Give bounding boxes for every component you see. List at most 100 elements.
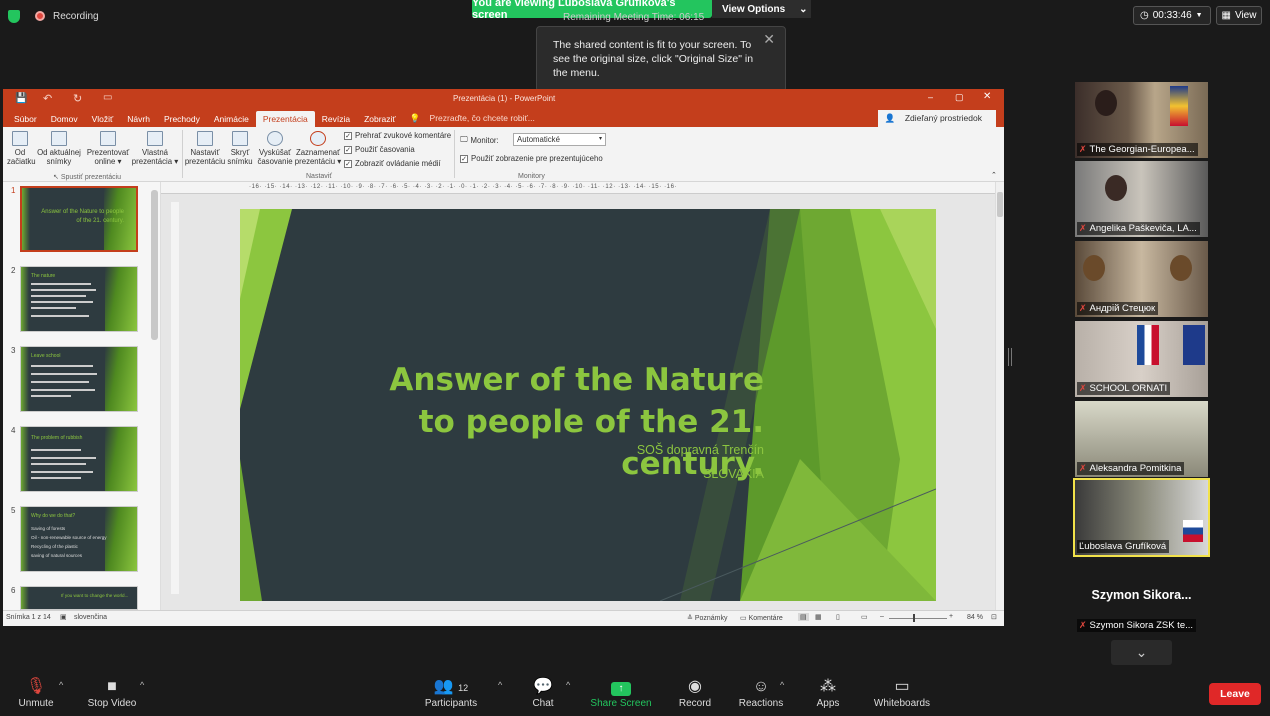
tab-review[interactable]: Revízia	[315, 111, 357, 127]
zoom-out-icon[interactable]: –	[880, 613, 884, 620]
collapse-ribbon-icon[interactable]: ⌃	[991, 171, 997, 179]
chevron-up-icon[interactable]: ^	[566, 680, 570, 690]
tab-design[interactable]: Návrh	[120, 111, 157, 127]
share-screen-button[interactable]: ↑ Share Screen	[588, 676, 654, 709]
tab-view[interactable]: Zobraziť	[357, 111, 403, 127]
chevron-up-icon[interactable]: ^	[498, 680, 502, 690]
participant-tile[interactable]: ✗ SCHOOL ORNATI	[1075, 321, 1208, 397]
slide-subtitle-country[interactable]: SLOVAKIA	[703, 467, 764, 481]
participant-tile[interactable]: ✗ Андрій Стецюк	[1075, 241, 1208, 317]
participant-tile[interactable]: ✗ The Georgian-Europea...	[1075, 82, 1208, 158]
reading-view-icon[interactable]: ▯	[836, 613, 840, 621]
undo-icon[interactable]: ↶	[43, 92, 52, 105]
meeting-timer[interactable]: ◷ 00:33:46 ▼	[1133, 6, 1211, 25]
notes-button[interactable]: ≙ Poznámky	[687, 614, 728, 622]
from-current-button[interactable]: Od aktuálnej snímky	[35, 131, 83, 166]
normal-view-icon[interactable]: ▤	[798, 613, 809, 621]
slides-thumbnail-pane: 1 Answer of the Nature to people of the …	[3, 182, 161, 610]
monitor-select[interactable]: Automatické ▾	[513, 133, 606, 146]
chat-button[interactable]: 💬 Chat	[527, 676, 559, 709]
comments-button[interactable]: ▭ Komentáre	[740, 614, 783, 622]
play-narrations-checkbox[interactable]: ✓ Prehrať zvukové komentáre	[344, 131, 451, 140]
tell-me-search[interactable]: 💡 Prezraďte, čo chcete robiť...	[403, 110, 549, 127]
participants-button[interactable]: 👥 12 Participants	[420, 676, 482, 709]
tab-animations[interactable]: Animácie	[207, 111, 256, 127]
maximize-icon[interactable]: ▢	[955, 92, 964, 103]
tab-file[interactable]: Súbor	[7, 111, 44, 127]
slideshow-view-icon[interactable]: ▭	[861, 613, 868, 621]
monitor-label: Monitor:	[470, 135, 499, 145]
participant-tile-active-speaker[interactable]: Ľuboslava Grufíková	[1073, 478, 1210, 557]
panel-resize-handle[interactable]	[1008, 348, 1012, 366]
tab-insert[interactable]: Vložiť	[85, 111, 121, 127]
chevron-up-icon[interactable]: ^	[59, 680, 63, 690]
participant-tile[interactable]: Szymon Sikora... ✗ Szymon Sikora ZSK te..…	[1075, 558, 1208, 634]
slide-thumbnail-6[interactable]: If you want to change the world...	[20, 586, 138, 610]
chevron-up-icon[interactable]: ^	[780, 680, 784, 690]
stop-video-button[interactable]: ■ Stop Video	[84, 676, 140, 709]
participant-label: ✗ Aleksandra Pomitkina	[1077, 462, 1185, 475]
zoom-in-icon[interactable]: +	[949, 613, 953, 620]
apps-icon: ⁂	[820, 678, 836, 695]
slide-subtitle-school[interactable]: SOŠ dopravná Trenčín	[637, 443, 764, 457]
zoom-level[interactable]: 84 %	[967, 614, 983, 621]
zoom-thumb[interactable]	[913, 614, 915, 622]
slide-title[interactable]: Answer of the Nature to people of the 21…	[344, 359, 764, 485]
share-button[interactable]: 👤 Zdieľaný prostriedok	[877, 110, 996, 127]
record-show-button[interactable]: Zaznamenať prezentáciu ▾	[294, 131, 342, 166]
record-button[interactable]: ◉ Record	[676, 676, 714, 709]
hide-slide-button[interactable]: Skryť snímku	[226, 131, 254, 166]
presenter-view-checkbox[interactable]: ✓ Použiť zobrazenie pre prezentujúceho	[460, 154, 603, 163]
tab-home[interactable]: Domov	[44, 111, 85, 127]
save-icon[interactable]: 💾	[15, 93, 27, 104]
close-icon[interactable]: ✕	[763, 32, 775, 46]
apps-button[interactable]: ⁂ Apps	[812, 676, 844, 709]
use-timings-checkbox[interactable]: ✓ Použiť časovania	[344, 145, 415, 154]
present-online-button[interactable]: Prezentovať online ▾	[85, 131, 131, 166]
redo-icon[interactable]: ↻	[73, 92, 82, 105]
btn-label: online ▾	[94, 157, 122, 166]
group-monitors-label: Monitory	[518, 173, 545, 180]
view-options-button[interactable]: View Options ⌄	[712, 0, 811, 18]
record-icon: ◉	[688, 678, 702, 695]
show-media-controls-checkbox[interactable]: ✓ Zobraziť ovládanie médií	[344, 159, 441, 168]
custom-show-button[interactable]: Vlastná prezentácia ▾	[131, 131, 179, 166]
whiteboards-button[interactable]: ▭ Whiteboards	[870, 676, 934, 709]
tab-slideshow[interactable]: Prezentácia	[255, 111, 315, 127]
leave-button[interactable]: Leave	[1209, 683, 1261, 705]
chevron-down-icon: ⌄	[799, 3, 808, 15]
recording-icon	[35, 11, 45, 21]
from-beginning-button[interactable]: Od začiatku	[7, 131, 36, 166]
thumbs-scrollbar[interactable]	[151, 190, 158, 340]
slide-thumbnail-1[interactable]: Answer of the Nature to people of the 21…	[20, 186, 138, 252]
tab-transitions[interactable]: Prechody	[157, 111, 207, 127]
language[interactable]: slovenčina	[74, 614, 107, 621]
chat-icon: 💬	[533, 678, 553, 695]
presentation-icon[interactable]: ▭	[103, 92, 112, 103]
slide-thumbnail-4[interactable]: The problem of rubbish	[20, 426, 138, 492]
editor-scrollbar[interactable]	[995, 182, 1004, 610]
participant-tile[interactable]: ✗ Angelika Paškeviča, LA...	[1075, 161, 1208, 237]
unmute-button[interactable]: 🎙 Unmute	[14, 676, 58, 709]
participant-tile[interactable]: ✗ Aleksandra Pomitkina	[1075, 401, 1208, 477]
slide-thumbnail-2[interactable]: The nature	[20, 266, 138, 332]
view-button[interactable]: ▦ View	[1216, 6, 1262, 25]
chk-label: Použiť zobrazenie pre prezentujúceho	[471, 154, 603, 163]
proofing-icon[interactable]: ▣	[60, 613, 67, 621]
btn-label: Od	[14, 148, 26, 157]
current-slide[interactable]: Answer of the Nature to people of the 21…	[240, 209, 936, 601]
fit-slide-icon[interactable]: ⊡	[991, 613, 997, 621]
slide-thumbnail-5[interactable]: Why do we do that? Saving of forests Oil…	[20, 506, 138, 572]
scroll-thumb[interactable]	[997, 192, 1003, 217]
rehearse-timings-button[interactable]: Vyskúšať časovanie	[256, 131, 294, 166]
setup-show-button[interactable]: Nastaviť prezentáciu	[184, 131, 226, 166]
sorter-view-icon[interactable]: ▦	[815, 613, 822, 621]
reactions-button[interactable]: ☺ Reactions	[736, 676, 786, 709]
chevron-up-icon[interactable]: ^	[140, 680, 144, 690]
chevron-down-icon[interactable]: ⌄	[1111, 640, 1172, 665]
close-window-icon[interactable]: ✕	[983, 91, 991, 102]
minimize-icon[interactable]: –	[928, 92, 933, 102]
slide-thumbnail-3[interactable]: Leave school	[20, 346, 138, 412]
zoom-slider[interactable]	[889, 618, 947, 619]
security-shield-icon[interactable]	[8, 10, 20, 23]
